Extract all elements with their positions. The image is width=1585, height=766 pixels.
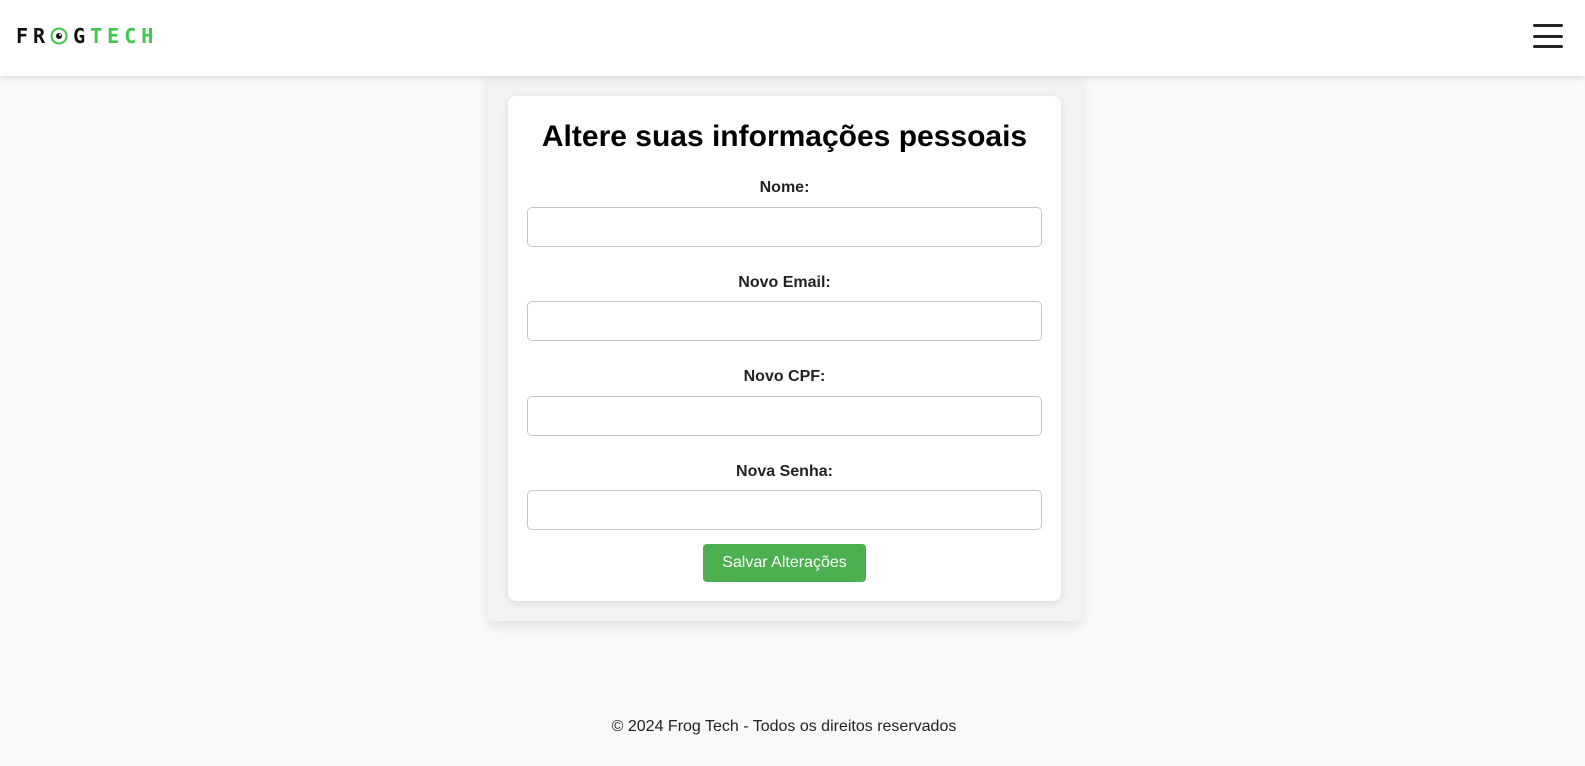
frog-eye-icon <box>50 27 68 45</box>
edit-profile-form: Altere suas informações pessoais Nome: N… <box>508 96 1061 601</box>
hamburger-line <box>1533 45 1563 48</box>
hamburger-line <box>1533 34 1563 38</box>
logo-text-tech: TECH <box>90 24 159 48</box>
footer-copyright: © 2024 Frog Tech - Todos os direitos res… <box>611 718 957 735</box>
cpf-label: Novo CPF: <box>743 368 826 385</box>
logo-text-g: G <box>73 24 91 48</box>
hamburger-line <box>1533 24 1563 27</box>
logo-text-fr: FR <box>16 24 51 48</box>
name-label: Nome: <box>759 179 810 196</box>
name-input[interactable] <box>527 207 1042 247</box>
cpf-input[interactable] <box>527 396 1042 436</box>
site-header: FR G TECH <box>0 0 1585 76</box>
email-label: Novo Email: <box>738 274 831 291</box>
password-label: Nova Senha: <box>736 463 833 480</box>
password-input[interactable] <box>527 490 1042 530</box>
hamburger-menu-icon[interactable] <box>1533 24 1563 48</box>
frogtech-logo[interactable]: FR G TECH <box>16 26 158 46</box>
email-input[interactable] <box>527 301 1042 341</box>
page-title: Altere suas informações pessoais <box>541 120 1028 153</box>
save-changes-button[interactable]: Salvar Alterações <box>703 544 866 582</box>
